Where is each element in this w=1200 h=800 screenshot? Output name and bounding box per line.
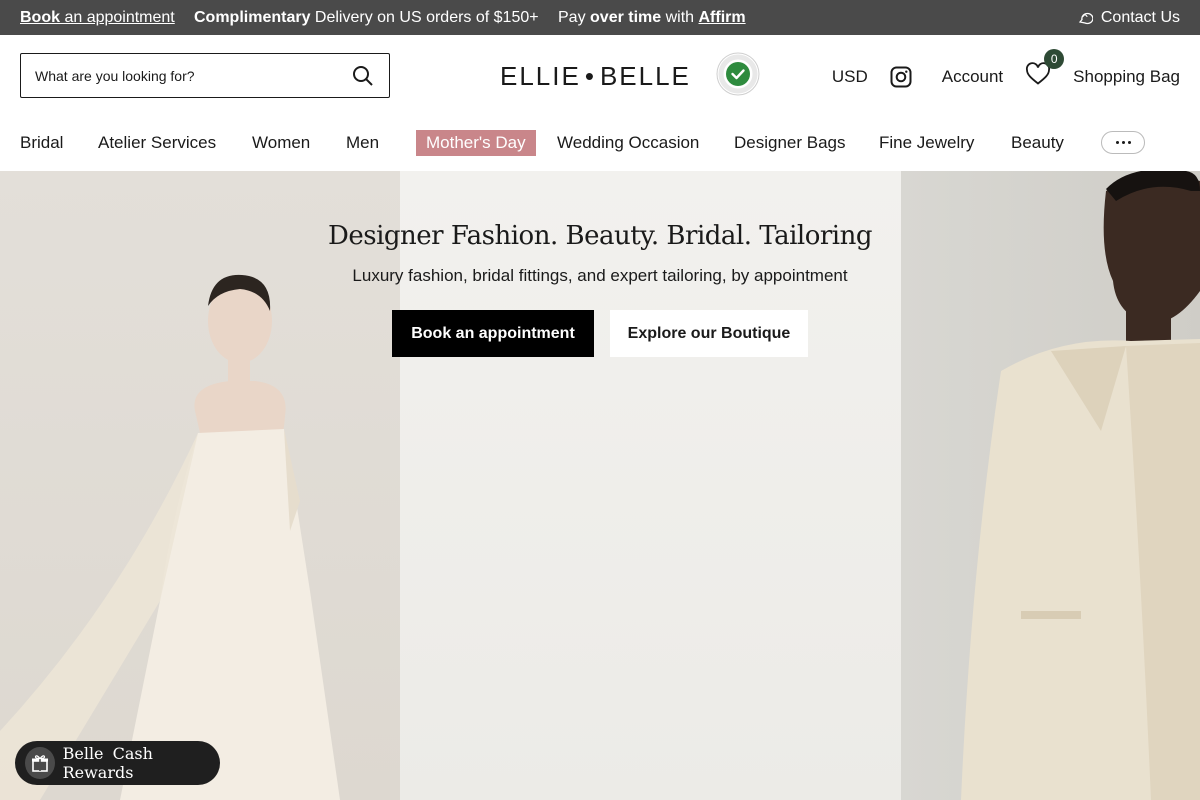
wishlist-count-badge: 0	[1044, 49, 1065, 69]
site-logo[interactable]: ELLIE • BELLE	[500, 61, 691, 92]
wishlist-button[interactable]: 0	[1025, 49, 1065, 91]
authenticity-guaranteed-badge	[716, 52, 760, 96]
nav-item-beauty[interactable]: Beauty	[1011, 133, 1064, 153]
nav-item-bridal[interactable]: Bridal	[20, 133, 63, 153]
nav-item-fine-jewelry[interactable]: Fine Jewelry	[879, 133, 974, 153]
announcement-bar: Book an appointment Complimentary Delive…	[0, 0, 1200, 35]
nav-item-atelier-services[interactable]: Atelier Services	[98, 133, 216, 153]
search-input[interactable]	[35, 64, 335, 88]
main-nav: Bridal Atelier Services Women Men Mother…	[0, 115, 1200, 171]
explore-boutique-button[interactable]: Explore our Boutique	[610, 310, 808, 357]
chat-icon	[1078, 12, 1093, 25]
affirm-link[interactable]: Affirm	[699, 9, 746, 26]
delivery-promo: Complimentary Delivery on US orders of $…	[194, 9, 539, 26]
book-appointment-link[interactable]: Book an appointment	[20, 9, 175, 27]
book-appointment-button[interactable]: Book an appointment	[392, 310, 594, 357]
nav-item-women[interactable]: Women	[252, 133, 310, 153]
nav-item-men[interactable]: Men	[346, 133, 379, 153]
affirm-promo: Pay over time with Affirm	[558, 9, 746, 26]
nav-item-mothers-day[interactable]: Mother's Day	[416, 130, 536, 156]
ellipsis-icon	[1115, 141, 1119, 144]
shopping-bag-link[interactable]: Shopping Bag	[1073, 67, 1180, 87]
header-actions: USD Account 0 Shopping Bag	[832, 49, 1180, 91]
hero-subtitle: Luxury fashion, bridal fittings, and exp…	[352, 266, 848, 285]
instagram-icon[interactable]	[890, 66, 912, 88]
search-box[interactable]	[20, 53, 390, 98]
rewards-widget[interactable]: Belle Cash Rewards	[15, 741, 220, 785]
contact-us-label: Contact Us	[1100, 9, 1180, 26]
hero-banner: Designer Fashion. Beauty. Bridal. Tailor…	[0, 171, 1200, 800]
rewards-label: Belle Cash Rewards	[62, 744, 153, 782]
hero-title: Designer Fashion. Beauty. Bridal. Tailor…	[328, 221, 873, 251]
contact-us-link[interactable]: Contact Us	[1077, 9, 1180, 27]
site-header: ELLIE•BELLE USD Account 0 Shopping Bag	[0, 35, 1200, 115]
currency-selector[interactable]: USD	[832, 67, 868, 87]
nav-item-wedding-occasion[interactable]: Wedding Occasion	[557, 133, 699, 153]
gift-icon	[25, 747, 55, 779]
account-link[interactable]: Account	[942, 67, 1003, 87]
nav-item-designer-bags[interactable]: Designer Bags	[734, 133, 846, 153]
search-icon[interactable]	[351, 64, 375, 88]
more-menu-button[interactable]	[1101, 131, 1145, 154]
